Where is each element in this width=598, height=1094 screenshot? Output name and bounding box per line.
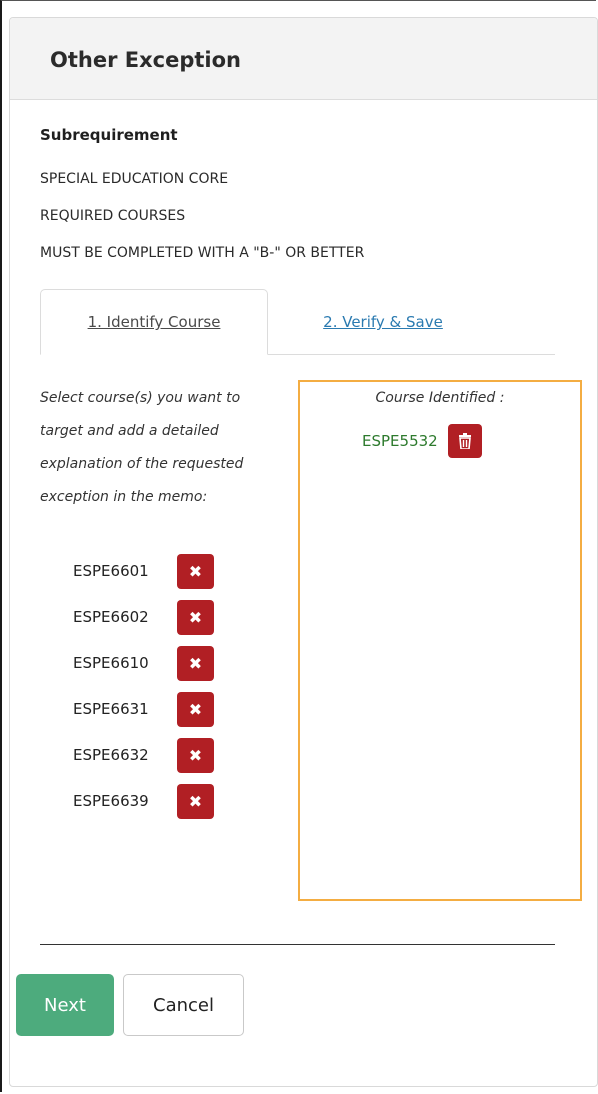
instructions-text: Select course(s) you want to target and … (40, 390, 244, 505)
subrequirement-line: SPECIAL EDUCATION CORE (40, 171, 229, 187)
footer-divider (40, 944, 555, 945)
subrequirement-label: Subrequirement (40, 126, 178, 144)
course-identified-label: Course Identified : (375, 390, 505, 406)
course-list: ESPE6601 ✖ ESPE6602 ✖ ESPE6610 ✖ ESPE663… (73, 548, 214, 824)
remove-course-button[interactable]: ✖ (177, 783, 214, 819)
remove-course-button[interactable]: ✖ (177, 553, 214, 589)
list-item: ESPE6639 ✖ (73, 778, 214, 824)
delete-identified-course-button[interactable] (447, 424, 482, 458)
card-title: Other Exception (50, 47, 241, 72)
course-identified-panel: Course Identified : ESPE5532 (298, 380, 582, 901)
card-header: Other Exception (10, 18, 597, 100)
x-icon: ✖ (188, 699, 203, 719)
identified-course-row: ESPE5532 (362, 424, 482, 458)
tab-identify-course[interactable]: 1. Identify Course (40, 289, 268, 355)
remove-course-button[interactable]: ✖ (177, 737, 214, 773)
subrequirement-line: REQUIRED COURSES (40, 208, 186, 224)
trash-icon (458, 433, 471, 449)
course-code: ESPE6610 (73, 654, 149, 672)
list-item: ESPE6601 ✖ (73, 548, 214, 594)
identified-course-code: ESPE5532 (362, 432, 438, 450)
subrequirement-text: SPECIAL EDUCATION CORE REQUIRED COURSES … (40, 167, 364, 278)
next-button[interactable]: Next (16, 974, 114, 1036)
list-item: ESPE6632 ✖ (73, 732, 214, 778)
x-icon: ✖ (188, 791, 203, 811)
list-item: ESPE6602 ✖ (73, 594, 214, 640)
x-icon: ✖ (188, 653, 203, 673)
remove-course-button[interactable]: ✖ (177, 645, 214, 681)
cancel-button[interactable]: Cancel (123, 974, 244, 1036)
remove-course-button[interactable]: ✖ (177, 599, 214, 635)
tab-verify-save[interactable]: 2. Verify & Save (298, 289, 468, 355)
x-icon: ✖ (188, 561, 203, 581)
remove-course-button[interactable]: ✖ (177, 691, 214, 727)
x-icon: ✖ (188, 607, 203, 627)
list-item: ESPE6610 ✖ (73, 640, 214, 686)
subrequirement-line: MUST BE COMPLETED WITH A "B-" OR BETTER (40, 245, 365, 261)
course-code: ESPE6601 (73, 562, 149, 580)
list-item: ESPE6631 ✖ (73, 686, 214, 732)
x-icon: ✖ (188, 745, 203, 765)
course-code: ESPE6631 (73, 700, 149, 718)
step-tabs: 1. Identify Course 2. Verify & Save (40, 289, 555, 355)
course-code: ESPE6639 (73, 792, 149, 810)
course-code: ESPE6632 (73, 746, 149, 764)
course-code: ESPE6602 (73, 608, 149, 626)
